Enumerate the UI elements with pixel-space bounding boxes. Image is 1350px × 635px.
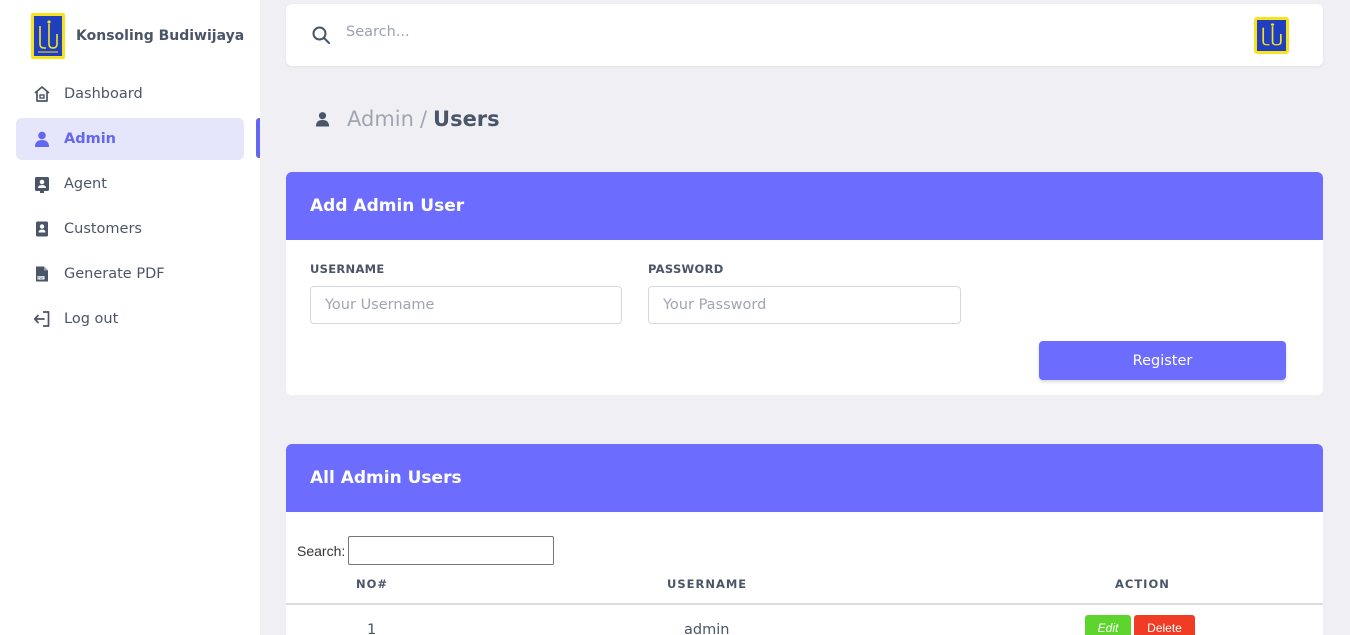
sidebar-item-customers[interactable]: Customers <box>16 208 244 250</box>
sidebar-item-label: Dashboard <box>64 86 143 102</box>
sidebar-item-label: Generate PDF <box>64 266 165 282</box>
sidebar-item-label: Admin <box>64 131 117 147</box>
sidebar-item-label: Log out <box>64 311 119 327</box>
sidebar-item-admin[interactable]: Admin <box>16 118 244 160</box>
sidebar-item-label: Customers <box>64 221 142 237</box>
user-icon <box>33 130 51 148</box>
sidebar-item-generate-pdf[interactable]: PDF Generate PDF <box>16 253 244 295</box>
table-search-label: Search: <box>297 542 346 559</box>
sidebar-item-logout[interactable]: Log out <box>16 298 244 340</box>
add-admin-card: Add Admin User USERNAME PASSWORD Registe… <box>286 172 1323 395</box>
username-label: USERNAME <box>310 262 385 276</box>
global-search-input[interactable] <box>346 24 946 40</box>
column-header-action[interactable]: ACTION <box>1115 577 1170 591</box>
svg-text:PDF: PDF <box>38 276 44 280</box>
admin-users-card: All Admin Users Search: NO# USERNAME ACT… <box>286 444 1323 635</box>
budiwijaya-logo-icon <box>31 13 65 59</box>
search-icon[interactable] <box>311 25 331 49</box>
delete-button[interactable]: Delete <box>1134 615 1195 635</box>
username-field[interactable] <box>310 286 622 324</box>
sidebar-item-agent[interactable]: Agent <box>16 163 244 205</box>
edit-button[interactable]: Edit <box>1085 615 1131 635</box>
column-header-no[interactable]: NO# <box>356 577 388 591</box>
active-nav-indicator <box>256 118 260 158</box>
sidebar: Konsoling Budiwijaya Dashboard Admin Age… <box>0 0 260 635</box>
topbar <box>286 4 1323 66</box>
header-divider <box>286 603 1323 605</box>
row-no: 1 <box>367 622 377 635</box>
password-field[interactable] <box>648 286 961 324</box>
breadcrumb: Admin / Users <box>314 107 500 131</box>
brand[interactable]: Konsoling Budiwijaya <box>31 13 244 59</box>
user-icon <box>314 110 331 128</box>
home-icon <box>33 85 51 103</box>
row-username: admin <box>684 622 730 635</box>
table-search: Search: <box>297 536 555 565</box>
id-card-icon <box>33 175 51 193</box>
brand-name: Konsoling Budiwijaya <box>76 28 245 44</box>
contacts-icon <box>33 220 51 238</box>
card-title: All Admin Users <box>286 444 1323 512</box>
register-button[interactable]: Register <box>1039 341 1286 380</box>
password-label: PASSWORD <box>648 262 724 276</box>
pdf-file-icon: PDF <box>33 265 51 283</box>
table-search-input[interactable] <box>348 536 555 565</box>
breadcrumb-parent[interactable]: Admin <box>347 107 414 131</box>
sidebar-nav: Dashboard Admin Agent Customers PDF Gene… <box>16 73 244 343</box>
column-header-username[interactable]: USERNAME <box>667 577 747 591</box>
breadcrumb-separator: / <box>419 107 428 131</box>
avatar[interactable] <box>1254 17 1289 54</box>
sidebar-item-label: Agent <box>64 176 107 192</box>
sidebar-item-dashboard[interactable]: Dashboard <box>16 73 244 115</box>
page-title: Users <box>433 107 500 131</box>
logout-icon <box>33 310 51 328</box>
card-title: Add Admin User <box>286 172 1323 240</box>
